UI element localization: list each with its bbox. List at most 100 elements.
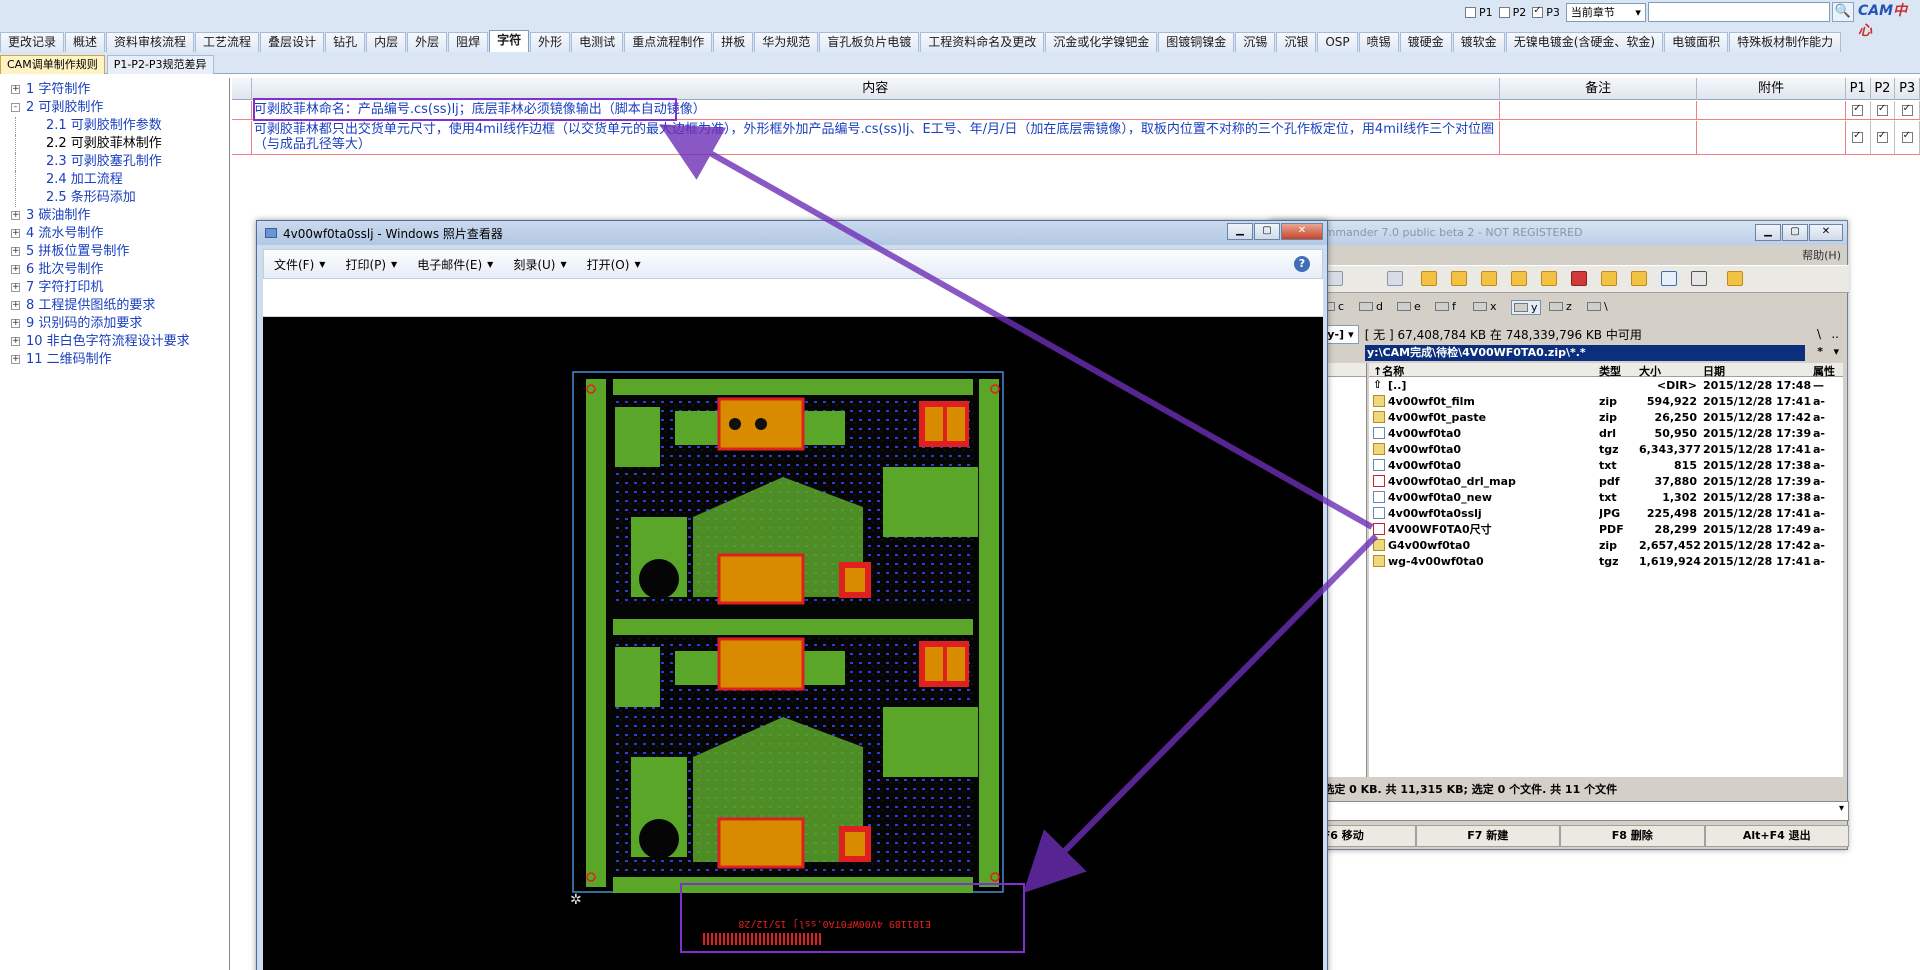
path-dropdown[interactable]: ▾ xyxy=(1833,345,1839,358)
tab-4[interactable]: 叠层设计 xyxy=(260,32,325,52)
maximize-icon[interactable]: ▢ xyxy=(1782,224,1808,241)
tab-24[interactable]: 镀软金 xyxy=(1452,32,1505,52)
table-row[interactable]: 4v00wf0ta0_new txt 1,302 2015/12/28 17:38 a- xyxy=(1369,489,1843,505)
tab-9[interactable]: 字符 xyxy=(489,30,530,52)
table-row[interactable]: 4v00wf0ta0sslj JPG 225,498 2015/12/28 17:41… xyxy=(1369,505,1843,521)
scope-select[interactable]: 当前章节 ▾ xyxy=(1565,2,1646,22)
expand-icon[interactable]: + xyxy=(11,265,20,274)
toolbar-icon[interactable] xyxy=(1387,271,1403,286)
close-icon[interactable]: ✕ xyxy=(1809,224,1843,241)
minimize-icon[interactable]: ▁ xyxy=(1755,224,1781,241)
tree-item[interactable]: 2.3 可剥胶塞孔制作 xyxy=(0,153,229,171)
tree-item[interactable]: +3 碳油制作 xyxy=(0,207,229,225)
search-icon[interactable]: 🔍 xyxy=(1831,2,1854,22)
expand-icon[interactable]: + xyxy=(11,283,20,292)
maximize-icon[interactable]: ▢ xyxy=(1254,223,1280,240)
tree-item[interactable]: 2.1 可剥胶制作参数 xyxy=(0,117,229,135)
tab-21[interactable]: OSP xyxy=(1317,32,1358,52)
compare-icon[interactable] xyxy=(1691,271,1707,286)
tree-item[interactable]: +5 拼板位置号制作 xyxy=(0,243,229,261)
current-path[interactable]: y:\CAM完成\待检\4V00WF0TA0.zip\*.* xyxy=(1365,345,1805,361)
help-icon[interactable]: ? xyxy=(1294,256,1310,272)
table-row[interactable]: 4v00wf0ta0 txt 815 2015/12/28 17:38 a- xyxy=(1369,457,1843,473)
col-attr[interactable]: 属性 xyxy=(1813,363,1843,378)
expand-icon[interactable]: + xyxy=(11,85,20,94)
tab-0[interactable]: 更改记录 xyxy=(0,32,65,52)
folder-icon[interactable] xyxy=(1481,271,1497,286)
total-commander-window[interactable]: Total Commander 7.0 public beta 2 - NOT … xyxy=(1270,220,1849,850)
col-size[interactable]: 大小 xyxy=(1639,363,1703,378)
tree-item[interactable]: +9 识别码的添加要求 xyxy=(0,315,229,333)
drive-button[interactable]: x xyxy=(1473,300,1497,313)
table-row[interactable]: 4v00wf0ta0 tgz 6,343,377 2015/12/28 17:41 a- xyxy=(1369,441,1843,457)
tab-25[interactable]: 无镍电镀金(含硬金、软金) xyxy=(1505,32,1664,52)
tab-5[interactable]: 钻孔 xyxy=(325,32,366,52)
tc-help-menu[interactable]: 帮助(H) xyxy=(1271,247,1849,263)
tab-27[interactable]: 特殊板材制作能力 xyxy=(1729,32,1842,52)
viewer-menu-item[interactable]: 文件(F) ▼ xyxy=(274,256,325,273)
tab-26[interactable]: 电镀面积 xyxy=(1664,32,1729,52)
table-row[interactable]: 4v00wf0ta0_drl_map pdf 37,880 2015/12/28 17… xyxy=(1369,473,1843,489)
folder-icon[interactable] xyxy=(1511,271,1527,286)
tree-item[interactable]: +1 字符制作 xyxy=(0,81,229,99)
expand-icon[interactable]: + xyxy=(11,337,20,346)
folder-icon[interactable] xyxy=(1421,271,1437,286)
tab-17[interactable]: 沉金或化学镍钯金 xyxy=(1045,32,1158,52)
tree-item[interactable]: +6 批次号制作 xyxy=(0,261,229,279)
table-row[interactable]: wg-4v00wf0ta0 tgz 1,619,924 2015/12/28 17:4… xyxy=(1369,553,1843,569)
folder-icon[interactable] xyxy=(1541,271,1557,286)
collapse-icon[interactable]: - xyxy=(11,103,20,112)
tab-19[interactable]: 沉锡 xyxy=(1235,32,1276,52)
tree-item[interactable]: 2.5 条形码添加 xyxy=(0,189,229,207)
row-p3-checkbox[interactable] xyxy=(1901,130,1913,143)
table-row[interactable]: G4v00wf0ta0 zip 2,657,452 2015/12/28 17:42 a… xyxy=(1369,537,1843,553)
table-row[interactable]: 4v00wf0t_film zip 594,922 2015/12/28 17:41 a… xyxy=(1369,393,1843,409)
fkey-button[interactable]: F7 新建 xyxy=(1415,825,1560,847)
tab-3[interactable]: 工艺流程 xyxy=(195,32,260,52)
tree-item[interactable]: +8 工程提供图纸的要求 xyxy=(0,297,229,315)
folder-icon[interactable] xyxy=(1451,271,1467,286)
tab-13[interactable]: 拼板 xyxy=(713,32,754,52)
tab-16[interactable]: 工程资料命名及更改 xyxy=(920,32,1045,52)
tab-22[interactable]: 喷锡 xyxy=(1358,32,1399,52)
search-input[interactable] xyxy=(1647,2,1830,22)
expand-icon[interactable]: + xyxy=(11,319,20,328)
tree-item[interactable]: 2.2 可剥胶菲林制作 xyxy=(0,135,229,153)
tab-18[interactable]: 图镀铜镍金 xyxy=(1158,32,1235,52)
row-p3-checkbox[interactable] xyxy=(1901,103,1913,116)
tree-item[interactable]: +11 二维码制作 xyxy=(0,351,229,369)
folder-icon[interactable] xyxy=(1601,271,1617,286)
tree-item[interactable]: +7 字符打印机 xyxy=(0,279,229,297)
table-row[interactable]: 4V00WF0TA0尺寸 PDF 28,299 2015/12/28 17:49 a- xyxy=(1369,521,1843,537)
drive-button[interactable]: \ xyxy=(1587,300,1608,313)
command-line[interactable]: ▾ xyxy=(1271,801,1849,821)
tree-item[interactable]: -2 可剥胶制作 xyxy=(0,99,229,117)
tree-item[interactable]: +10 非白色字符流程设计要求 xyxy=(0,333,229,351)
folder-icon[interactable] xyxy=(1727,271,1743,286)
drive-button[interactable]: z xyxy=(1549,300,1572,313)
table-row[interactable]: ⇧ [..] <DIR> 2015/12/28 17:48— xyxy=(1369,377,1843,393)
fkey-button[interactable]: Alt+F4 退出 xyxy=(1704,825,1849,847)
row-p2-checkbox[interactable] xyxy=(1876,103,1888,116)
save-icon[interactable] xyxy=(1571,271,1587,286)
subtab-0[interactable]: CAM调单制作规则 xyxy=(0,55,105,74)
viewer-menu-item[interactable]: 刻录(U) ▼ xyxy=(513,256,566,273)
p3-checkbox[interactable] xyxy=(1532,5,1544,18)
tc-up-icon[interactable]: .. xyxy=(1831,327,1839,341)
minimize-icon[interactable]: ▁ xyxy=(1227,223,1253,240)
tree-item[interactable]: 2.4 加工流程 xyxy=(0,171,229,189)
drive-button[interactable]: d xyxy=(1359,300,1383,313)
tree-item[interactable]: +4 流水号制作 xyxy=(0,225,229,243)
viewer-menu-item[interactable]: 打印(P) ▼ xyxy=(345,256,397,273)
expand-icon[interactable]: + xyxy=(11,247,20,256)
expand-icon[interactable]: + xyxy=(11,211,20,220)
window-icon[interactable] xyxy=(1661,271,1677,286)
p1-checkbox[interactable] xyxy=(1465,6,1476,18)
expand-icon[interactable]: + xyxy=(11,355,20,364)
expand-icon[interactable]: + xyxy=(11,229,20,238)
col-date[interactable]: 日期 xyxy=(1703,363,1813,378)
drive-button[interactable]: e xyxy=(1397,300,1421,313)
col-name[interactable]: ↑名称 xyxy=(1369,363,1599,378)
tc-back-icon[interactable]: \ xyxy=(1817,327,1821,341)
viewer-canvas[interactable]: ✲ E181189 4V00WF0TA0.sslj 15/12/28 xyxy=(263,317,1323,970)
